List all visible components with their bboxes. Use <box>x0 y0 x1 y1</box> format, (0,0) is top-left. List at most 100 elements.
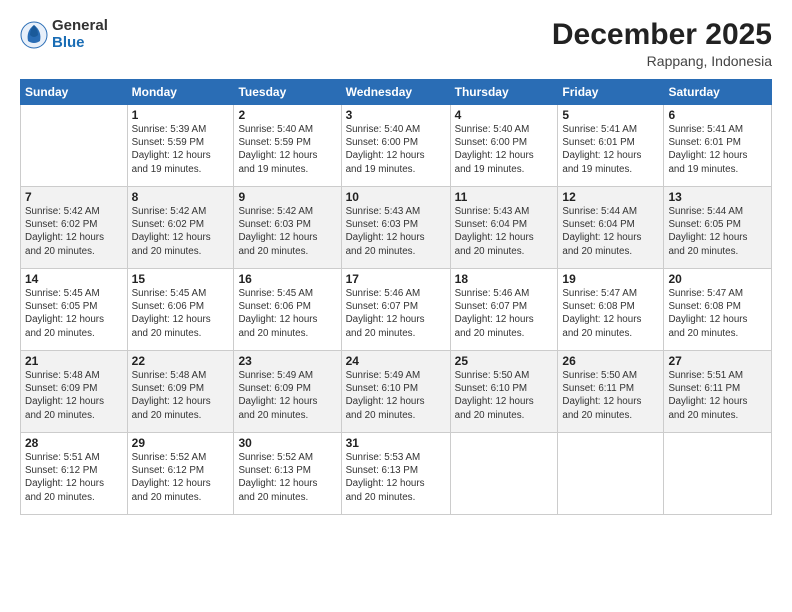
week-row-1: 1Sunrise: 5:39 AMSunset: 5:59 PMDaylight… <box>21 105 772 187</box>
day-detail: Sunrise: 5:40 AMSunset: 6:00 PMDaylight:… <box>346 123 446 176</box>
day-number: 24 <box>346 354 446 368</box>
day-cell <box>664 433 772 515</box>
day-cell: 22Sunrise: 5:48 AMSunset: 6:09 PMDayligh… <box>127 351 234 433</box>
day-number: 28 <box>25 436 123 450</box>
day-cell: 16Sunrise: 5:45 AMSunset: 6:06 PMDayligh… <box>234 269 341 351</box>
day-detail: Sunrise: 5:42 AMSunset: 6:02 PMDaylight:… <box>132 205 230 258</box>
day-number: 11 <box>455 190 554 204</box>
day-number: 19 <box>562 272 659 286</box>
day-cell: 4Sunrise: 5:40 AMSunset: 6:00 PMDaylight… <box>450 105 558 187</box>
day-cell: 14Sunrise: 5:45 AMSunset: 6:05 PMDayligh… <box>21 269 128 351</box>
day-cell: 12Sunrise: 5:44 AMSunset: 6:04 PMDayligh… <box>558 187 664 269</box>
day-cell: 31Sunrise: 5:53 AMSunset: 6:13 PMDayligh… <box>341 433 450 515</box>
day-cell: 8Sunrise: 5:42 AMSunset: 6:02 PMDaylight… <box>127 187 234 269</box>
day-cell: 29Sunrise: 5:52 AMSunset: 6:12 PMDayligh… <box>127 433 234 515</box>
day-cell: 30Sunrise: 5:52 AMSunset: 6:13 PMDayligh… <box>234 433 341 515</box>
day-number: 18 <box>455 272 554 286</box>
day-cell: 26Sunrise: 5:50 AMSunset: 6:11 PMDayligh… <box>558 351 664 433</box>
day-cell: 15Sunrise: 5:45 AMSunset: 6:06 PMDayligh… <box>127 269 234 351</box>
day-detail: Sunrise: 5:42 AMSunset: 6:03 PMDaylight:… <box>238 205 336 258</box>
day-detail: Sunrise: 5:44 AMSunset: 6:05 PMDaylight:… <box>668 205 767 258</box>
day-number: 13 <box>668 190 767 204</box>
day-detail: Sunrise: 5:40 AMSunset: 6:00 PMDaylight:… <box>455 123 554 176</box>
day-number: 20 <box>668 272 767 286</box>
day-detail: Sunrise: 5:47 AMSunset: 6:08 PMDaylight:… <box>562 287 659 340</box>
day-number: 12 <box>562 190 659 204</box>
day-cell: 17Sunrise: 5:46 AMSunset: 6:07 PMDayligh… <box>341 269 450 351</box>
day-number: 14 <box>25 272 123 286</box>
logo-text: General Blue <box>52 18 108 51</box>
day-detail: Sunrise: 5:45 AMSunset: 6:06 PMDaylight:… <box>132 287 230 340</box>
logo-blue: Blue <box>52 35 108 52</box>
day-cell: 27Sunrise: 5:51 AMSunset: 6:11 PMDayligh… <box>664 351 772 433</box>
day-detail: Sunrise: 5:49 AMSunset: 6:10 PMDaylight:… <box>346 369 446 422</box>
day-cell: 28Sunrise: 5:51 AMSunset: 6:12 PMDayligh… <box>21 433 128 515</box>
week-row-2: 7Sunrise: 5:42 AMSunset: 6:02 PMDaylight… <box>21 187 772 269</box>
logo: General Blue <box>20 18 108 51</box>
day-number: 29 <box>132 436 230 450</box>
col-sunday: Sunday <box>21 80 128 105</box>
logo-general: General <box>52 18 108 35</box>
day-number: 4 <box>455 108 554 122</box>
day-number: 9 <box>238 190 336 204</box>
col-saturday: Saturday <box>664 80 772 105</box>
day-detail: Sunrise: 5:40 AMSunset: 5:59 PMDaylight:… <box>238 123 336 176</box>
day-number: 5 <box>562 108 659 122</box>
day-number: 6 <box>668 108 767 122</box>
week-row-5: 28Sunrise: 5:51 AMSunset: 6:12 PMDayligh… <box>21 433 772 515</box>
day-number: 23 <box>238 354 336 368</box>
col-thursday: Thursday <box>450 80 558 105</box>
page: General Blue December 2025 Rappang, Indo… <box>0 0 792 612</box>
day-cell: 2Sunrise: 5:40 AMSunset: 5:59 PMDaylight… <box>234 105 341 187</box>
day-detail: Sunrise: 5:48 AMSunset: 6:09 PMDaylight:… <box>132 369 230 422</box>
day-detail: Sunrise: 5:50 AMSunset: 6:11 PMDaylight:… <box>562 369 659 422</box>
day-cell <box>558 433 664 515</box>
day-detail: Sunrise: 5:42 AMSunset: 6:02 PMDaylight:… <box>25 205 123 258</box>
day-cell: 3Sunrise: 5:40 AMSunset: 6:00 PMDaylight… <box>341 105 450 187</box>
day-cell: 18Sunrise: 5:46 AMSunset: 6:07 PMDayligh… <box>450 269 558 351</box>
day-detail: Sunrise: 5:45 AMSunset: 6:05 PMDaylight:… <box>25 287 123 340</box>
day-cell: 10Sunrise: 5:43 AMSunset: 6:03 PMDayligh… <box>341 187 450 269</box>
day-number: 27 <box>668 354 767 368</box>
day-number: 21 <box>25 354 123 368</box>
col-friday: Friday <box>558 80 664 105</box>
day-detail: Sunrise: 5:48 AMSunset: 6:09 PMDaylight:… <box>25 369 123 422</box>
day-number: 1 <box>132 108 230 122</box>
day-cell: 1Sunrise: 5:39 AMSunset: 5:59 PMDaylight… <box>127 105 234 187</box>
col-wednesday: Wednesday <box>341 80 450 105</box>
day-detail: Sunrise: 5:52 AMSunset: 6:13 PMDaylight:… <box>238 451 336 504</box>
day-number: 31 <box>346 436 446 450</box>
day-number: 17 <box>346 272 446 286</box>
day-detail: Sunrise: 5:46 AMSunset: 6:07 PMDaylight:… <box>455 287 554 340</box>
day-number: 10 <box>346 190 446 204</box>
day-cell: 13Sunrise: 5:44 AMSunset: 6:05 PMDayligh… <box>664 187 772 269</box>
day-number: 26 <box>562 354 659 368</box>
day-cell: 7Sunrise: 5:42 AMSunset: 6:02 PMDaylight… <box>21 187 128 269</box>
title-block: December 2025 Rappang, Indonesia <box>552 18 772 69</box>
day-detail: Sunrise: 5:44 AMSunset: 6:04 PMDaylight:… <box>562 205 659 258</box>
day-cell: 9Sunrise: 5:42 AMSunset: 6:03 PMDaylight… <box>234 187 341 269</box>
day-detail: Sunrise: 5:43 AMSunset: 6:04 PMDaylight:… <box>455 205 554 258</box>
day-cell: 6Sunrise: 5:41 AMSunset: 6:01 PMDaylight… <box>664 105 772 187</box>
day-cell: 20Sunrise: 5:47 AMSunset: 6:08 PMDayligh… <box>664 269 772 351</box>
day-number: 2 <box>238 108 336 122</box>
day-number: 8 <box>132 190 230 204</box>
calendar-header-row: Sunday Monday Tuesday Wednesday Thursday… <box>21 80 772 105</box>
day-number: 30 <box>238 436 336 450</box>
col-tuesday: Tuesday <box>234 80 341 105</box>
day-number: 15 <box>132 272 230 286</box>
day-number: 16 <box>238 272 336 286</box>
day-detail: Sunrise: 5:45 AMSunset: 6:06 PMDaylight:… <box>238 287 336 340</box>
day-detail: Sunrise: 5:39 AMSunset: 5:59 PMDaylight:… <box>132 123 230 176</box>
day-cell: 5Sunrise: 5:41 AMSunset: 6:01 PMDaylight… <box>558 105 664 187</box>
day-cell: 24Sunrise: 5:49 AMSunset: 6:10 PMDayligh… <box>341 351 450 433</box>
day-number: 25 <box>455 354 554 368</box>
calendar-table: Sunday Monday Tuesday Wednesday Thursday… <box>20 79 772 515</box>
day-cell: 25Sunrise: 5:50 AMSunset: 6:10 PMDayligh… <box>450 351 558 433</box>
day-detail: Sunrise: 5:46 AMSunset: 6:07 PMDaylight:… <box>346 287 446 340</box>
day-number: 3 <box>346 108 446 122</box>
day-number: 7 <box>25 190 123 204</box>
day-cell: 23Sunrise: 5:49 AMSunset: 6:09 PMDayligh… <box>234 351 341 433</box>
day-detail: Sunrise: 5:43 AMSunset: 6:03 PMDaylight:… <box>346 205 446 258</box>
week-row-3: 14Sunrise: 5:45 AMSunset: 6:05 PMDayligh… <box>21 269 772 351</box>
